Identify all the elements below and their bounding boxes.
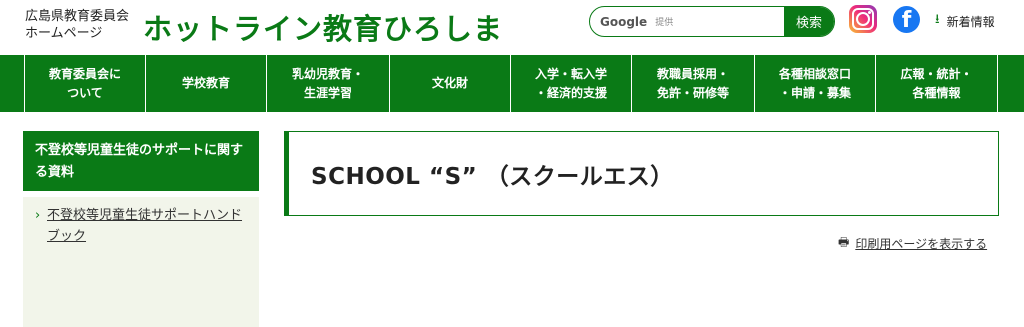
chevron-right-icon: › <box>35 208 41 223</box>
news-link[interactable]: ⭳ 新着情報 <box>935 10 995 32</box>
print-label: 印刷用ページを表示する <box>855 237 988 251</box>
site-title-logo[interactable]: ホットライン教育ひろしま <box>143 6 503 48</box>
nav-item-cultural-properties[interactable]: 文化財 <box>389 55 510 112</box>
search-box: Google 提供 検索 <box>589 6 835 37</box>
news-label: 新着情報 <box>946 14 995 29</box>
google-brand: Google <box>600 14 648 29</box>
print-link[interactable]: 🖶 印刷用ページを表示する <box>838 233 987 254</box>
printer-icon: 🖶 <box>838 235 850 249</box>
sidebar-links: › 不登校等児童生徒サポートハンドブック <box>23 197 259 327</box>
page-title: SCHOOL “S” （スクールエス） <box>311 163 674 190</box>
nav-item-staff[interactable]: 教職員採用・ 免許・研修等 <box>631 55 754 112</box>
global-nav: 教育委員会に ついて 学校教育 乳幼児教育・ 生涯学習 文化財 入学・転入学 ・経済的… <box>0 55 1024 112</box>
nav-item-admission[interactable]: 入学・転入学 ・経済的支援 <box>510 55 631 112</box>
search-button[interactable]: 検索 <box>784 7 834 36</box>
download-arrow-icon: ⭳ <box>935 12 940 27</box>
nav-item-early-childhood[interactable]: 乳幼児教育・ 生涯学習 <box>266 55 389 112</box>
nav-item-board[interactable]: 教育委員会に ついて <box>24 55 145 112</box>
sidebar-link[interactable]: › 不登校等児童生徒サポートハンドブック <box>35 205 249 247</box>
sidebar-link-label: 不登校等児童生徒サポートハンドブック <box>47 208 243 244</box>
board-name-link[interactable]: 広島県教育委員会 ホームページ <box>25 8 129 42</box>
search-input[interactable]: Google 提供 <box>590 7 784 36</box>
page-title-box: SCHOOL “S” （スクールエス） <box>284 131 999 216</box>
instagram-icon[interactable] <box>849 5 877 33</box>
site-header: 広島県教育委員会 ホームページ ホットライン教育ひろしま Google 提供 検… <box>0 0 1024 52</box>
nav-item-school-education[interactable]: 学校教育 <box>145 55 266 112</box>
board-name-line1: 広島県教育委員会 <box>25 9 130 24</box>
sidebar-heading: 不登校等児童生徒のサポートに関する資料 <box>23 131 259 191</box>
nav-item-consultation[interactable]: 各種相談窓口 ・申請・募集 <box>754 55 875 112</box>
board-name-line2: ホームページ <box>25 26 103 41</box>
sidebar: 不登校等児童生徒のサポートに関する資料 › 不登校等児童生徒サポートハンドブック <box>23 131 259 327</box>
facebook-icon[interactable]: f <box>893 6 920 33</box>
nav-item-publicity[interactable]: 広報・統計・ 各種情報 <box>875 55 998 112</box>
google-sub: 提供 <box>655 18 674 28</box>
